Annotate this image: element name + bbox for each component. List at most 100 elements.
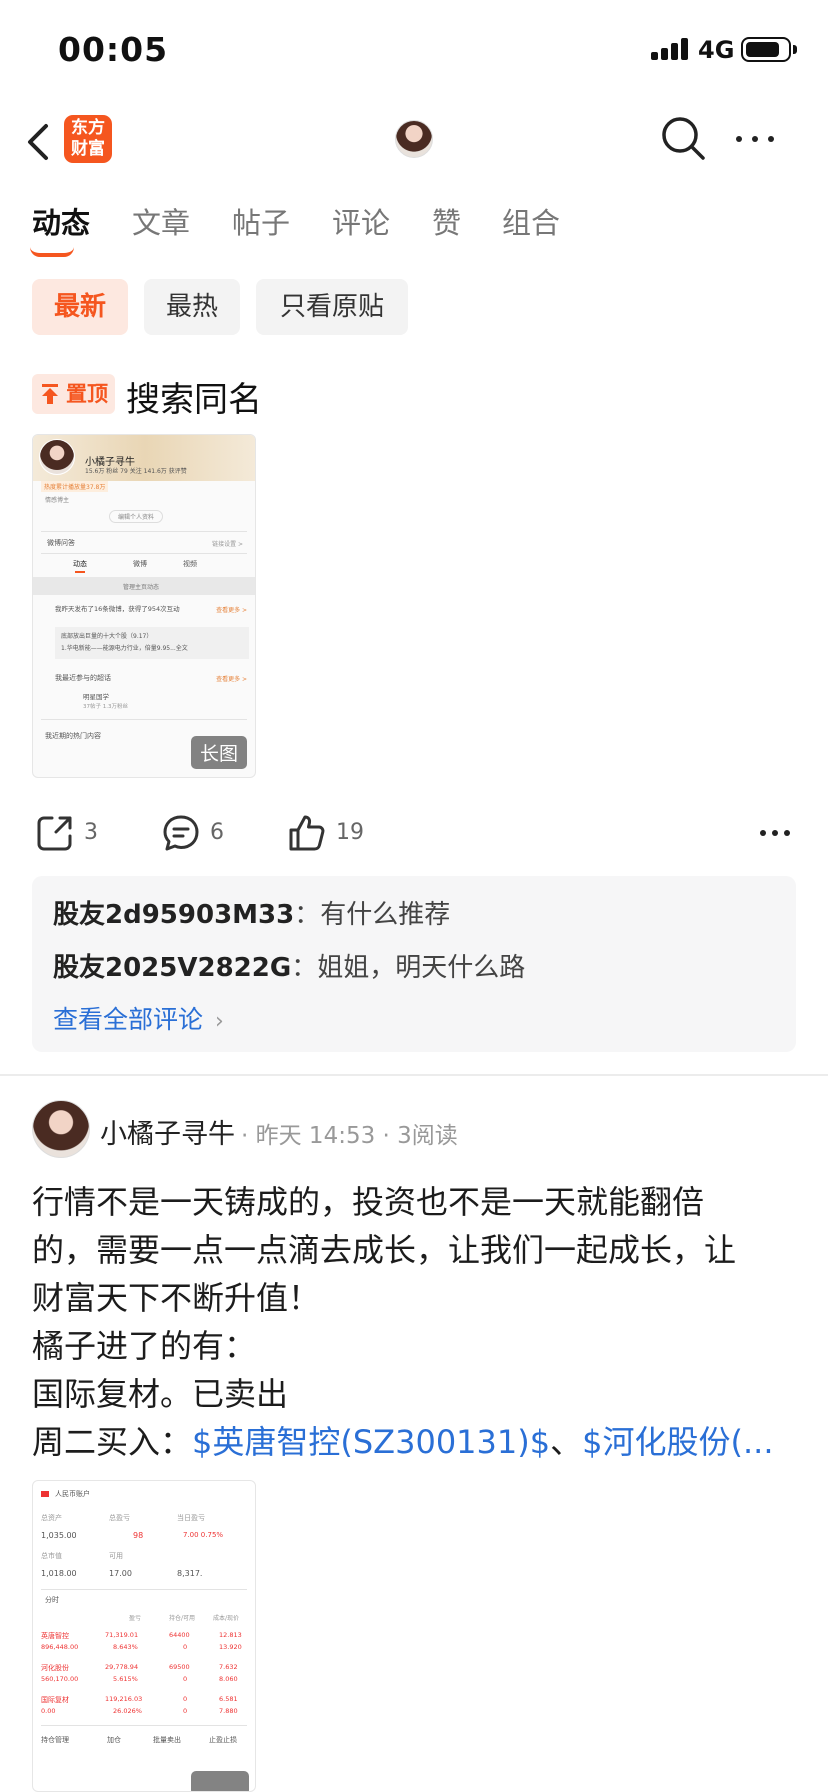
author-name[interactable]: 小橘子寻牛	[100, 1119, 235, 1150]
post-line: 国际复材。已卖出	[32, 1375, 289, 1413]
mini-cell: 69500	[169, 1663, 190, 1671]
mini-qa: 微博问答	[47, 539, 75, 547]
comment-separator: ：	[291, 953, 318, 983]
comment-separator: ：	[294, 900, 321, 930]
share-count: 3	[84, 820, 98, 845]
post-divider	[0, 1074, 828, 1076]
filter-original-only[interactable]: 只看原贴	[256, 279, 408, 335]
mini-cell: 13.920	[219, 1643, 242, 1651]
mini-quote1: 底部放出巨量的十大个股（9.17）	[61, 633, 153, 640]
comment-text: 姐姐，明天什么路	[317, 953, 526, 983]
mini-tab-b: 微博	[133, 560, 147, 568]
tab-portfolio[interactable]: 组合	[502, 200, 560, 242]
mini-topic-more: 查看更多 >	[216, 676, 247, 683]
mini-cell: 0	[183, 1643, 188, 1651]
stock-link[interactable]: $河化股份(...	[582, 1423, 773, 1461]
mini-tab-c: 视频	[183, 560, 197, 568]
mini-tab-indicator	[75, 571, 85, 573]
mini-cell: 总资产	[41, 1514, 62, 1522]
post-body[interactable]: 行情不是一天铸成的，投资也不是一天就能翻倍 的，需要一点一点滴去成长，让我们一起…	[32, 1178, 796, 1466]
post-meta: · 昨天 14:53 · 3阅读	[241, 1123, 458, 1149]
mini-divider	[41, 1725, 247, 1726]
mini-button: 止盈止损	[209, 1736, 237, 1744]
like-button[interactable]: 19	[288, 812, 378, 856]
post-image[interactable]: 人民币账户 总资产 总盈亏 当日盈亏 1,035.00 98 7.00 0.75…	[32, 1480, 256, 1792]
comment-item[interactable]: 股友2025V2822G：姐姐，明天什么路	[53, 947, 525, 984]
mini-cell: 0	[183, 1675, 188, 1683]
stock-link[interactable]: $英唐智控(SZ300131)$	[192, 1423, 550, 1461]
mini-topic-sub: 37帖子 1.3万粉丝	[83, 704, 128, 710]
share-button[interactable]: 3	[36, 812, 116, 856]
mini-avatar	[39, 439, 75, 475]
mini-divider	[41, 553, 247, 554]
mini-cell: 7.632	[219, 1663, 238, 1671]
mini-cell: 7.880	[219, 1707, 238, 1715]
network-label: 4G	[698, 36, 735, 64]
mini-cell: 98	[133, 1531, 144, 1540]
mini-cell: 26.026%	[113, 1707, 142, 1715]
more-icon[interactable]	[734, 130, 776, 148]
mini-edit: 编辑个人资料	[109, 510, 164, 523]
pinned-label: 置顶	[66, 382, 108, 406]
comments-preview: 股友2d95903M33：有什么推荐 股友2025V2822G：姐姐，明天什么路…	[32, 876, 796, 1052]
comment-button[interactable]: 6	[162, 812, 242, 856]
comment-user[interactable]: 股友2d95903M33	[53, 900, 294, 930]
post-more-icon[interactable]	[758, 824, 792, 842]
mini-recent: 我昨天发布了16条微博，获得了954次互动	[55, 605, 180, 613]
mini-quote2: 1.华电新能——能源电力行业，倍量9.95...全文	[61, 645, 188, 652]
tab-dynamics[interactable]: 动态	[32, 200, 90, 242]
like-count: 19	[336, 820, 364, 845]
author-line: 小橘子寻牛 · 昨天 14:53 · 3阅读	[100, 1112, 458, 1151]
author-avatar[interactable]	[32, 1100, 90, 1158]
comment-icon	[163, 815, 199, 851]
tab-articles[interactable]: 文章	[132, 200, 190, 242]
mini-topic: 我最近参与的超话	[55, 674, 111, 682]
mini-cell: 可用	[109, 1552, 123, 1560]
filter-hottest[interactable]: 最热	[144, 279, 240, 335]
back-icon[interactable]	[24, 122, 54, 162]
comment-item[interactable]: 股友2d95903M33：有什么推荐	[53, 894, 450, 931]
battery-icon	[741, 37, 791, 62]
mini-cell: 6.581	[219, 1695, 238, 1703]
tab-posts[interactable]: 帖子	[232, 200, 290, 242]
mini-col-header: 成本/现价	[213, 1615, 240, 1622]
mini-cell: 29,778.94	[105, 1663, 139, 1671]
mini-cell: 5.615%	[113, 1675, 138, 1683]
status-bar: 00:05 4G	[0, 0, 828, 100]
mini-button: 持仓管理	[41, 1736, 69, 1744]
mini-divider	[41, 531, 247, 532]
post-line-prefix: 周二买入：	[32, 1423, 193, 1461]
post-line: 财富天下不断升值！	[32, 1279, 321, 1317]
mini-tab-a: 动态	[73, 560, 87, 568]
mini-section: 分时	[45, 1596, 59, 1604]
mini-qa-right: 链接设置 >	[212, 541, 243, 548]
comment-user[interactable]: 股友2025V2822G	[53, 953, 291, 983]
mini-cell: 总盈亏	[109, 1514, 130, 1522]
avatar[interactable]	[395, 120, 433, 158]
mini-divider	[41, 719, 247, 720]
filter-latest[interactable]: 最新	[32, 279, 128, 335]
mini-cell: 8,317.	[177, 1569, 203, 1578]
mini-manage: 管理主页动态	[123, 584, 160, 591]
chevron-right-icon: ›	[214, 1009, 224, 1034]
mini-cell: 0.00	[41, 1707, 56, 1715]
mini-cell: 896,448.00	[41, 1643, 79, 1651]
brand-logo[interactable]: 东方 财富	[64, 115, 112, 163]
search-icon[interactable]	[660, 115, 706, 161]
tab-likes[interactable]: 赞	[432, 200, 461, 242]
post-title[interactable]: 搜索同名	[126, 372, 262, 421]
post-image-long[interactable]: 小橘子寻牛 15.6万 粉丝 79 关注 141.6万 获评赞 热度累计播放量3…	[32, 434, 256, 778]
post-line: 的，需要一点一点滴去成长，让我们一起成长，让	[32, 1231, 737, 1269]
mini-cell: 1,018.00	[41, 1569, 77, 1578]
mini-button: 批量卖出	[153, 1736, 181, 1744]
long-image-badge: 长图	[190, 736, 247, 769]
mini-col-header: 盈亏	[129, 1615, 142, 1622]
view-all-comments-link[interactable]: 查看全部评论 ›	[53, 1000, 224, 1036]
pinned-badge: 置顶	[32, 374, 115, 414]
mini-topic-name: 明星国学	[83, 693, 109, 701]
image-badge	[191, 1771, 249, 1791]
mini-cell: 119,216.03	[105, 1695, 143, 1703]
tab-comments[interactable]: 评论	[332, 200, 390, 242]
mini-stats: 15.6万 粉丝 79 关注 141.6万 获评赞	[85, 468, 187, 475]
share-icon	[37, 816, 72, 851]
